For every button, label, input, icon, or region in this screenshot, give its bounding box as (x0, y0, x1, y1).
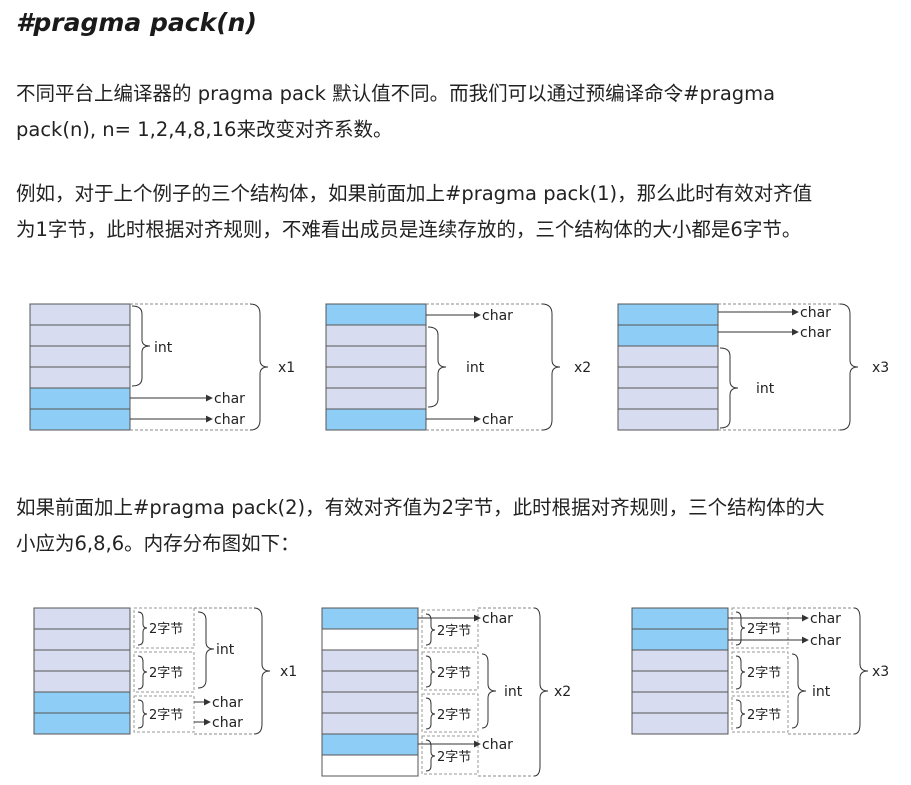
label-2-bytes: 2字节 (747, 666, 781, 681)
label-int: int (154, 340, 173, 356)
label-2-bytes: 2字节 (747, 622, 781, 637)
label-2-bytes: 2字节 (437, 666, 471, 681)
struct-x1-pack2-diagram: 2字节 2字节 2字节 int char char x1 (33, 607, 297, 735)
label-char: char (212, 715, 243, 731)
paragraph-pack2: 如果前面加上#pragma pack(2)，有效对齐值为2字节，此时根据对齐规则… (16, 490, 896, 562)
label-2-bytes: 2字节 (747, 708, 781, 723)
paragraph-pack2-line1: 如果前面加上#pragma pack(2)，有效对齐值为2字节，此时根据对齐规则… (16, 496, 825, 519)
struct-x2-diagram: char int char x2 (325, 303, 591, 431)
label-char: char (810, 611, 841, 627)
label-int: int (466, 360, 485, 376)
label-int: int (756, 381, 775, 397)
paragraph-example-line1: 例如，对于上个例子的三个结构体，如果前面加上#pragma pack(1)，那么… (16, 182, 813, 205)
paragraph-pack2-line2: 小应为6,8,6。内存分布图如下： (16, 532, 300, 555)
label-int: int (216, 642, 235, 658)
label-int: int (504, 684, 523, 700)
label-2-bytes: 2字节 (437, 624, 471, 639)
label-char: char (800, 325, 831, 341)
label-2-bytes: 2字节 (149, 622, 183, 637)
label-char: char (482, 308, 513, 324)
label-x3: x3 (872, 664, 889, 680)
label-x2: x2 (574, 360, 591, 376)
paragraph-intro: 不同平台上编译器的 pragma pack 默认值不同。而我们可以通过预编译命令… (16, 76, 896, 148)
label-char: char (214, 391, 245, 407)
label-char: char (482, 737, 513, 753)
section-heading: #pragma pack(n) (16, 8, 257, 37)
memory-layout-figure-pack1: int char char x1 char int char x2 char c… (22, 292, 900, 440)
struct-x3-pack2-diagram: char char 2字节 2字节 2字节 int x3 (631, 607, 889, 735)
label-x1: x1 (280, 664, 297, 680)
label-char: char (482, 412, 513, 428)
label-2-bytes: 2字节 (149, 666, 183, 681)
label-char: char (810, 633, 841, 649)
label-x1: x1 (278, 360, 295, 376)
struct-x3-diagram: char char int x3 (617, 303, 889, 431)
label-x2: x2 (554, 684, 571, 700)
label-2-bytes: 2字节 (437, 708, 471, 723)
paragraph-example: 例如，对于上个例子的三个结构体，如果前面加上#pragma pack(1)，那么… (16, 176, 896, 248)
memory-layout-figure-pack2: 2字节 2字节 2字节 int char char x1 char 2字节 2字… (22, 598, 900, 780)
label-2-bytes: 2字节 (149, 708, 183, 723)
label-char: char (482, 611, 513, 627)
struct-x1-diagram: int char char x1 (29, 303, 295, 431)
paragraph-intro-line2: pack(n), n= 1,2,4,8,16来改变对齐系数。 (16, 118, 393, 141)
label-char: char (800, 305, 831, 321)
label-char: char (214, 412, 245, 428)
paragraph-example-line2: 为1字节，此时根据对齐规则，不难看出成员是连续存放的，三个结构体的大小都是6字节… (16, 218, 802, 241)
label-int: int (812, 684, 831, 700)
label-x3: x3 (872, 360, 889, 376)
label-2-bytes: 2字节 (437, 750, 471, 765)
paragraph-intro-line1: 不同平台上编译器的 pragma pack 默认值不同。而我们可以通过预编译命令… (16, 82, 776, 105)
struct-x2-pack2-diagram: char 2字节 2字节 2字节 2字节 int char x2 (321, 607, 571, 777)
label-char: char (212, 695, 243, 711)
